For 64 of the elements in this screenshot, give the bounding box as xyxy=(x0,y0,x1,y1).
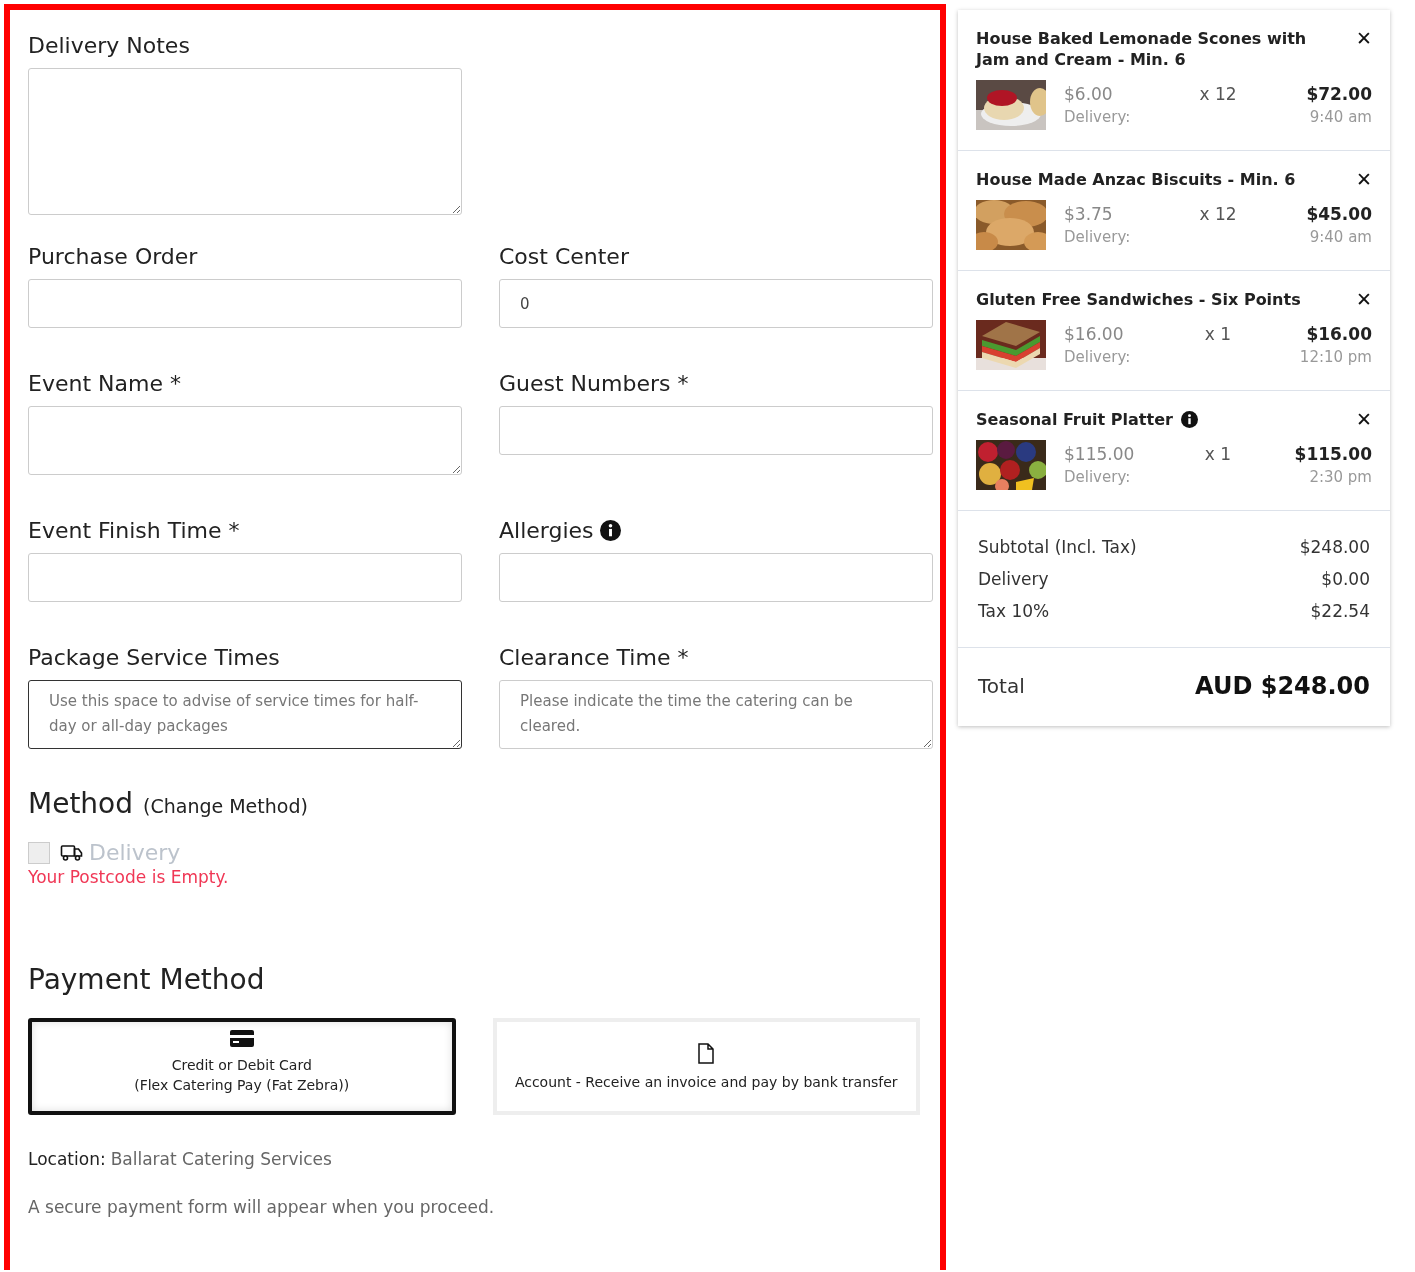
remove-button[interactable]: ✕ xyxy=(1356,289,1372,310)
delivery-time: 9:40 am xyxy=(1308,108,1372,126)
field-label: Allergies xyxy=(499,517,594,543)
info-text: A secure payment form will appear when you proceed. xyxy=(28,1197,496,1217)
line-total: $115.00 xyxy=(1293,444,1372,464)
location-value: Ballarat Catering Services xyxy=(110,1149,332,1169)
item-name: House Baked Lemonade Scones with Jam and Cream - Min. 6 xyxy=(976,28,1308,70)
remove-button[interactable]: ✕ xyxy=(1356,28,1372,49)
section-heading: Payment Method xyxy=(28,963,266,996)
delivery-label: Delivery: xyxy=(1064,228,1132,246)
field-label: Clearance Time * xyxy=(499,644,689,670)
field-label: Cost Center xyxy=(499,243,629,269)
line-total: $16.00 xyxy=(1305,324,1372,344)
item-name: Seasonal Fruit Platter xyxy=(976,409,1173,430)
delivery-label: Delivery: xyxy=(1064,468,1132,486)
summary-label: Subtotal (Incl. Tax) xyxy=(978,537,1137,557)
payment-option[interactable]: Account - Receive an invoice and pay by bank transfer xyxy=(492,1018,920,1115)
delivery-label: Delivery: xyxy=(1064,108,1132,126)
total-label: Total xyxy=(978,674,1025,698)
input-field[interactable] xyxy=(28,553,462,602)
option-label: Delivery xyxy=(89,840,181,865)
summary-value: $248.00 xyxy=(1299,537,1370,557)
summary-label: Tax 10% xyxy=(978,601,1050,621)
field-label: Event Finish Time * xyxy=(28,517,240,543)
section-heading: Method xyxy=(28,787,133,820)
field-label: Guest Numbers * xyxy=(499,370,689,396)
remove-button[interactable]: ✕ xyxy=(1356,169,1372,190)
unit-price: $6.00 xyxy=(1064,84,1114,104)
remove-button[interactable]: ✕ xyxy=(1356,409,1372,430)
quantity: x 12 xyxy=(1198,204,1238,224)
delivery-time: 12:10 pm xyxy=(1298,348,1372,366)
unit-price: $3.75 xyxy=(1064,204,1114,224)
item-name: Gluten Free Sandwiches - Six Points xyxy=(976,289,1301,310)
change-method-link[interactable]: (Change Method) xyxy=(143,795,308,817)
field-label: Event Name * xyxy=(28,370,181,396)
truck-icon xyxy=(60,844,83,861)
payment-option[interactable]: Credit or Debit Card (Flex Catering Pay (Fat Zebra)) xyxy=(28,1018,456,1115)
summary-value: $22.54 xyxy=(1310,601,1370,621)
delivery-label: Delivery: xyxy=(1064,348,1132,366)
unit-price: $16.00 xyxy=(1064,324,1125,344)
input-field[interactable]: 0 xyxy=(499,279,933,328)
quantity: x 12 xyxy=(1198,84,1238,104)
summary-value: $0.00 xyxy=(1321,569,1370,589)
document-icon xyxy=(698,1043,715,1064)
location-label: Location: xyxy=(28,1149,106,1169)
line-total: $72.00 xyxy=(1305,84,1372,104)
text-area[interactable]: Use this space to advise of service times for half-day or all-day packages xyxy=(28,680,462,749)
quantity: x 1 xyxy=(1203,324,1233,344)
quantity: x 1 xyxy=(1203,444,1233,464)
total-value: AUD $248.00 xyxy=(1195,672,1370,700)
input-field[interactable] xyxy=(28,279,462,328)
field-label: Package Service Times xyxy=(28,644,280,670)
line-total: $45.00 xyxy=(1305,204,1372,224)
error-message: Your Postcode is Empty. xyxy=(28,867,230,887)
input-field[interactable] xyxy=(499,553,933,602)
summary-label: Delivery xyxy=(978,569,1049,589)
unit-price: $115.00 xyxy=(1064,444,1136,464)
field-label: Delivery Notes xyxy=(28,32,190,58)
input-field[interactable] xyxy=(499,406,933,455)
delivery-time: 9:40 am xyxy=(1308,228,1372,246)
credit-card-icon xyxy=(229,1030,254,1047)
field-label: Purchase Order xyxy=(28,243,198,269)
delivery-time: 2:30 pm xyxy=(1308,468,1372,486)
item-name: House Made Anzac Biscuits - Min. 6 xyxy=(976,169,1296,190)
